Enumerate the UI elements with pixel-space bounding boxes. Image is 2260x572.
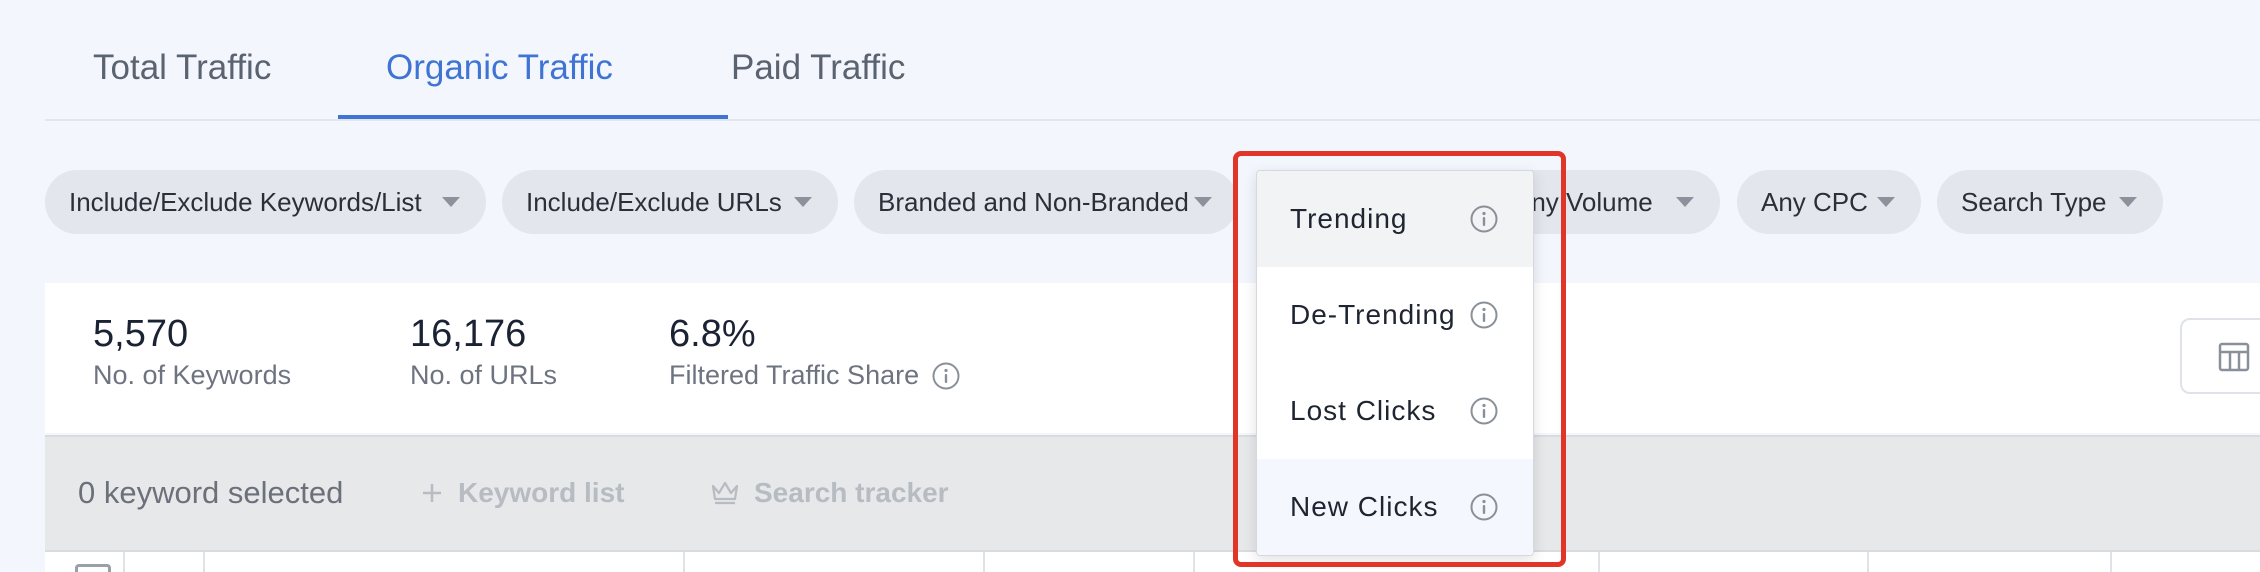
urls-filter-label: Include/Exclude URLs — [526, 186, 782, 217]
table-header — [45, 550, 2260, 572]
menu-item-new-clicks[interactable]: New Clicks — [1257, 459, 1533, 555]
menu-item-label: New Clicks — [1290, 491, 1439, 522]
search-tracker-label: Search tracker — [754, 477, 949, 508]
selected-count: 0 keyword selected — [78, 475, 344, 510]
keyword-list-label: Keyword list — [458, 477, 625, 508]
caret-down-icon — [1194, 197, 1212, 207]
stat-keywords-value: 5,570 — [93, 313, 189, 355]
urls-filter-dropdown[interactable]: Include/Exclude URLs — [502, 170, 838, 234]
column-divider — [1193, 552, 1195, 572]
caret-down-icon — [1877, 197, 1895, 207]
stat-keywords: 5,570 No. of Keywords — [93, 313, 291, 391]
tab-total-traffic[interactable]: Total Traffic — [93, 48, 271, 88]
add-keyword-list-button[interactable]: Keyword list — [420, 477, 624, 509]
caret-down-icon — [1676, 197, 1694, 207]
cpc-filter-label: Any CPC — [1761, 186, 1868, 217]
caret-down-icon — [794, 197, 812, 207]
cpc-filter-dropdown[interactable]: Any CPC — [1737, 170, 1921, 234]
column-divider — [683, 552, 685, 572]
selection-action-bar: 0 keyword selected Keyword list Search t… — [45, 435, 2260, 550]
menu-item-label: De-Trending — [1290, 299, 1456, 330]
column-divider — [203, 552, 205, 572]
stat-urls: 16,176 No. of URLs — [410, 313, 557, 391]
keywords-filter-label: Include/Exclude Keywords/List — [69, 186, 422, 217]
branded-filter-label: Branded and Non-Branded — [878, 186, 1189, 217]
stat-traffic-share: 6.8% Filtered Traffic Share — [669, 313, 961, 391]
stat-label-text: No. of URLs — [410, 360, 558, 390]
stat-keywords-label: No. of Keywords — [93, 360, 291, 391]
search-type-filter-dropdown[interactable]: Search Type — [1937, 170, 2163, 234]
info-icon[interactable] — [1469, 300, 1499, 330]
table-columns-button[interactable] — [2180, 318, 2260, 394]
traffic-tabs: Total Traffic Organic Traffic Paid Traff… — [45, 0, 2260, 121]
column-divider — [983, 552, 985, 572]
stat-urls-value: 16,176 — [410, 313, 527, 355]
caret-down-icon — [2119, 197, 2137, 207]
stat-label-text: Filtered Traffic Share — [669, 360, 920, 390]
trend-filter-menu: Trending De-Trending Lost Clicks New Cli… — [1256, 170, 1534, 556]
caret-down-icon — [442, 197, 460, 207]
table-icon — [2218, 342, 2250, 372]
tab-paid-traffic[interactable]: Paid Traffic — [731, 48, 905, 88]
column-divider — [2110, 552, 2112, 572]
info-icon[interactable] — [1469, 204, 1499, 234]
tab-organic-traffic[interactable]: Organic Traffic — [386, 48, 613, 88]
column-divider — [1867, 552, 1869, 572]
menu-item-de-trending[interactable]: De-Trending — [1257, 267, 1533, 363]
select-all-checkbox[interactable] — [75, 564, 111, 572]
crown-icon — [711, 481, 739, 505]
volume-filter-label: Any Volume — [1514, 186, 1653, 217]
menu-item-label: Lost Clicks — [1290, 395, 1437, 426]
search-tracker-button[interactable]: Search tracker — [710, 477, 949, 509]
keywords-filter-dropdown[interactable]: Include/Exclude Keywords/List — [45, 170, 486, 234]
active-tab-indicator — [338, 115, 728, 119]
stat-traffic-share-label: Filtered Traffic Share — [669, 360, 961, 391]
info-icon[interactable] — [1469, 396, 1499, 426]
info-icon[interactable] — [931, 361, 961, 391]
stat-urls-label: No. of URLs — [410, 360, 557, 391]
branded-filter-dropdown[interactable]: Branded and Non-Branded — [854, 170, 1238, 234]
column-divider — [123, 552, 125, 572]
menu-item-lost-clicks[interactable]: Lost Clicks — [1257, 363, 1533, 459]
menu-item-label: Trending — [1290, 203, 1408, 234]
info-icon[interactable] — [1469, 492, 1499, 522]
stat-label-text: No. of Keywords — [93, 360, 292, 390]
menu-item-trending[interactable]: Trending — [1257, 171, 1533, 267]
plus-icon — [423, 484, 441, 502]
stat-traffic-share-value: 6.8% — [669, 313, 756, 355]
column-divider — [1598, 552, 1600, 572]
search-type-filter-label: Search Type — [1961, 186, 2107, 217]
stats-panel: 5,570 No. of Keywords 16,176 No. of URLs… — [45, 283, 2260, 433]
